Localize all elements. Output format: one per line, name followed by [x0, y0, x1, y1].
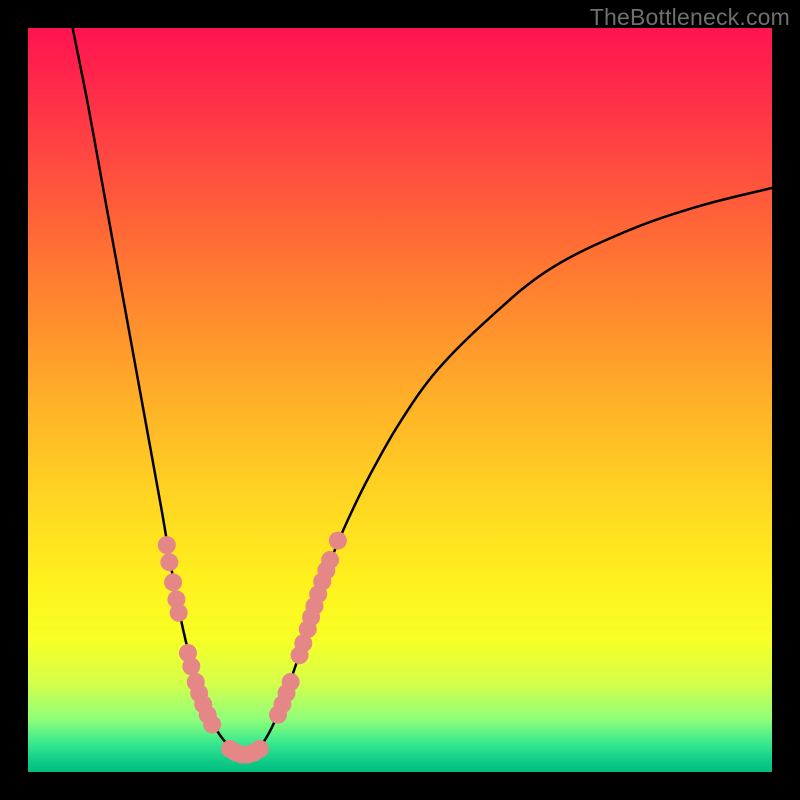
- marker-group: [158, 532, 347, 764]
- marker-dot: [170, 604, 188, 622]
- curve-group: [73, 28, 772, 754]
- marker-dot: [329, 532, 347, 550]
- marker-dot: [282, 673, 300, 691]
- marker-dot: [203, 715, 221, 733]
- marker-dot: [251, 740, 269, 758]
- curve-right-curve: [257, 188, 772, 750]
- marker-dot: [164, 573, 182, 591]
- marker-dot: [182, 657, 200, 675]
- marker-dot: [160, 553, 178, 571]
- watermark-text: TheBottleneck.com: [590, 4, 790, 31]
- plot-area: [28, 28, 772, 772]
- curve-left-curve: [73, 28, 234, 750]
- chart-frame: TheBottleneck.com: [0, 0, 800, 800]
- marker-dot: [321, 551, 339, 569]
- chart-svg: [28, 28, 772, 772]
- marker-dot: [158, 536, 176, 554]
